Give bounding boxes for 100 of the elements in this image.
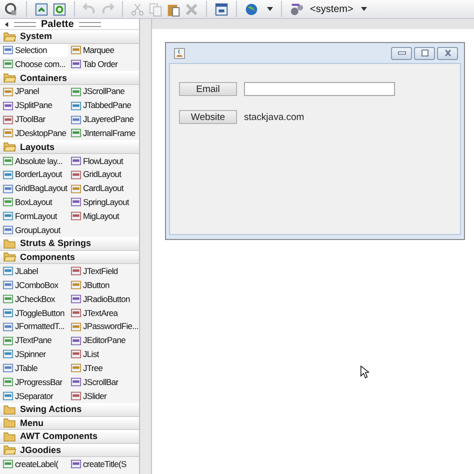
palette-item[interactable]: BoxLayout bbox=[0, 196, 68, 210]
palette-item[interactable]: Absolute lay... bbox=[0, 154, 68, 168]
palette-item[interactable]: JTabbedPane bbox=[68, 98, 139, 113]
test-icon[interactable] bbox=[4, 2, 19, 16]
palette-item[interactable]: createLabel( bbox=[0, 457, 68, 471]
component-icon bbox=[71, 211, 81, 222]
maximize-button[interactable] bbox=[414, 46, 435, 60]
palette-item[interactable]: JRadioButton bbox=[68, 292, 139, 306]
component-icon bbox=[71, 363, 81, 374]
gears-icon[interactable] bbox=[289, 2, 304, 16]
palette-item[interactable]: JTextPane bbox=[0, 334, 68, 348]
palette-category[interactable]: Containers bbox=[0, 71, 139, 85]
palette-item[interactable]: JButton bbox=[68, 278, 139, 292]
palette-item[interactable]: FlowLayout bbox=[68, 154, 139, 168]
palette-item[interactable]: JInternalFrame bbox=[68, 126, 139, 140]
component-icon bbox=[3, 211, 13, 222]
component-icon bbox=[71, 86, 81, 97]
palette-item[interactable]: JScrollPane bbox=[68, 84, 139, 99]
component-icon bbox=[71, 156, 81, 166]
component-icon bbox=[71, 294, 81, 304]
component-icon bbox=[3, 391, 13, 402]
component-icon bbox=[3, 114, 13, 124]
palette-title: Palette bbox=[41, 19, 74, 30]
palette-item[interactable]: JEditorPane bbox=[68, 334, 139, 348]
palette-item[interactable]: JSpinner bbox=[0, 348, 68, 362]
palette-category[interactable]: System bbox=[0, 30, 139, 44]
component-icon bbox=[71, 266, 81, 276]
palette-item[interactable]: JFormattedT... bbox=[0, 320, 68, 334]
palette-item[interactable]: JSeparator bbox=[0, 389, 68, 404]
component-icon bbox=[3, 349, 13, 360]
form-button[interactable]: Website bbox=[179, 110, 237, 124]
palette-item[interactable]: GridBagLayout bbox=[0, 182, 68, 196]
folder-icon bbox=[3, 252, 16, 262]
palette-item[interactable]: CardLayout bbox=[68, 182, 139, 196]
palette-item[interactable]: JTable bbox=[0, 361, 68, 376]
palette-category[interactable]: AWT Components bbox=[0, 430, 139, 444]
form-icon[interactable] bbox=[214, 2, 229, 16]
palette-item[interactable]: JSplitPane bbox=[0, 98, 68, 113]
form-button[interactable]: Email bbox=[179, 82, 237, 96]
palette-category[interactable]: JGoodies bbox=[0, 444, 139, 458]
refresh-icon[interactable] bbox=[52, 2, 67, 16]
palette-category[interactable]: Components bbox=[0, 250, 139, 264]
folder-icon bbox=[3, 32, 16, 42]
palette-item[interactable]: JTree bbox=[68, 361, 139, 376]
palette-item[interactable]: JProgressBar bbox=[0, 375, 68, 390]
component-icon bbox=[71, 280, 81, 290]
caret-icon[interactable] bbox=[360, 5, 368, 13]
palette-item[interactable]: JToggleButton bbox=[0, 306, 68, 320]
palette-item[interactable]: GroupLayout bbox=[0, 223, 68, 238]
palette-item[interactable]: JLabel bbox=[0, 264, 68, 278]
palette-item[interactable]: JPanel bbox=[0, 84, 68, 99]
component-icon bbox=[3, 336, 13, 346]
collapse-icon[interactable] bbox=[4, 20, 9, 28]
palette-item[interactable]: JScrollBar bbox=[68, 375, 139, 390]
palette-item[interactable]: JLayeredPane bbox=[68, 112, 139, 126]
component-icon bbox=[71, 184, 81, 194]
palette-category[interactable]: Swing Actions bbox=[0, 403, 139, 417]
folder-icon bbox=[3, 73, 16, 84]
component-icon bbox=[3, 45, 13, 56]
caret-icon[interactable] bbox=[266, 5, 274, 13]
minimize-button[interactable] bbox=[391, 46, 412, 60]
component-icon bbox=[71, 128, 81, 138]
component-icon bbox=[3, 86, 13, 97]
component-icon bbox=[71, 391, 81, 402]
palette-item[interactable]: SpringLayout bbox=[68, 196, 139, 210]
palette-item[interactable]: JToolBar bbox=[0, 112, 68, 126]
component-icon bbox=[3, 459, 13, 470]
maximize-icon bbox=[418, 49, 430, 57]
palette-item[interactable]: GridLayout bbox=[68, 168, 139, 182]
palette-category[interactable]: Layouts bbox=[0, 140, 139, 154]
palette-item[interactable]: Tab Order bbox=[68, 57, 139, 72]
palette-item[interactable]: JDesktopPane bbox=[0, 126, 68, 140]
component-icon bbox=[71, 336, 81, 346]
palette-item[interactable]: JTextField bbox=[68, 264, 139, 278]
component-icon bbox=[71, 197, 81, 208]
component-icon bbox=[71, 322, 81, 332]
close-button[interactable] bbox=[437, 46, 458, 60]
palette-item[interactable]: BorderLayout bbox=[0, 168, 68, 182]
palette-category[interactable]: Struts & Springs bbox=[0, 237, 139, 251]
palette-item[interactable]: JComboBox bbox=[0, 278, 68, 292]
source-icon[interactable] bbox=[34, 2, 49, 16]
palette-item[interactable]: createTitle(S bbox=[68, 457, 139, 471]
palette-item[interactable]: MigLayout bbox=[68, 209, 139, 224]
component-icon bbox=[71, 459, 81, 470]
component-icon bbox=[3, 100, 13, 111]
palette-item[interactable]: FormLayout bbox=[0, 209, 68, 224]
palette-item[interactable]: Selection bbox=[0, 44, 68, 58]
palette-item[interactable]: JSlider bbox=[68, 389, 139, 404]
component-icon bbox=[3, 156, 13, 166]
palette-category[interactable]: Menu bbox=[0, 416, 139, 430]
text-field[interactable] bbox=[244, 82, 395, 96]
palette-item[interactable]: Marquee bbox=[68, 44, 139, 58]
palette-item[interactable]: JPasswordFie... bbox=[68, 320, 139, 334]
palette-item[interactable]: JCheckBox bbox=[0, 292, 68, 306]
component-icon bbox=[71, 114, 81, 124]
look-and-feel-selector[interactable]: <system> bbox=[310, 4, 354, 14]
globe-icon[interactable] bbox=[244, 2, 259, 16]
palette-item[interactable]: JTextArea bbox=[68, 306, 139, 320]
palette-item[interactable]: Choose com... bbox=[0, 57, 68, 72]
palette-item[interactable]: JList bbox=[68, 348, 139, 362]
